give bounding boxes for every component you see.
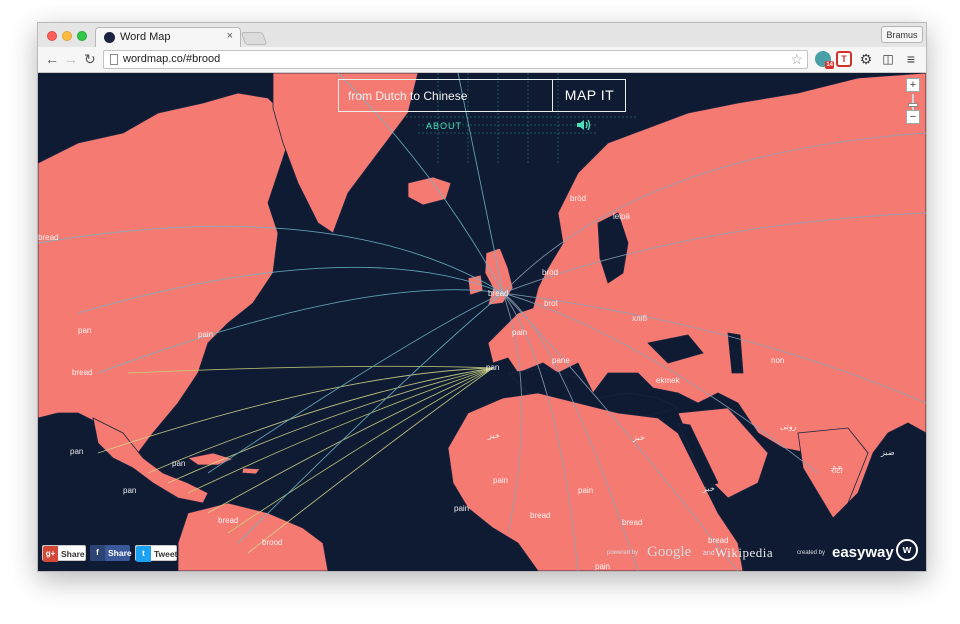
new-tab-button[interactable] (240, 32, 268, 45)
browser-window: Word Map × Bramus ← → ↻ wordmap.co/#broo… (37, 22, 927, 572)
map-word-label: pan (486, 363, 499, 372)
google-plus-share-button[interactable]: g+ Share (42, 545, 86, 562)
menu-icon[interactable]: ≡ (903, 51, 919, 67)
powered-by-text: powered by (607, 550, 639, 556)
facebook-icon: f (90, 545, 105, 561)
share-label: Share (108, 548, 132, 558)
panels-icon[interactable]: ◫ (880, 51, 896, 67)
created-by-text: created by (797, 550, 826, 556)
map-word-label: pain (198, 330, 213, 339)
map-word-label: pan (78, 326, 91, 335)
address-bar[interactable]: wordmap.co/#brood ☆ (103, 50, 808, 69)
wordmap-favicon-icon (104, 32, 115, 43)
tab-close-icon[interactable]: × (227, 30, 233, 42)
extension-badge: 14 (825, 61, 834, 69)
map-it-button[interactable]: MAP IT (552, 80, 626, 111)
sound-icon[interactable] (576, 118, 592, 132)
zoom-control: + − (906, 78, 920, 126)
about-link[interactable]: ABOUT (426, 121, 462, 131)
map-word-label: non (771, 356, 784, 365)
zoom-window-button[interactable] (77, 31, 87, 41)
map-word-label: bread (72, 368, 92, 377)
map-word-label: pain (578, 486, 593, 495)
map-word-label: pane (552, 356, 570, 365)
google-plus-icon: g+ (43, 546, 58, 562)
map-word-label: bröd (570, 194, 586, 203)
map-word-label: pain (493, 476, 508, 485)
tweet-button[interactable]: t Tweet (135, 545, 178, 562)
world-map[interactable]: bread bread pain bread pan pan pan pan b… (38, 73, 926, 571)
map-word-label: pain (454, 504, 469, 513)
and-text: and (703, 550, 715, 557)
forward-arrow-icon[interactable]: → (64, 50, 78, 68)
url-text[interactable]: wordmap.co/#brood (123, 53, 220, 65)
reload-icon[interactable]: ↻ (84, 50, 96, 68)
easyway-w-icon[interactable]: w (896, 539, 918, 561)
word-map-page: bread bread pain bread pan pan pan pan b… (38, 73, 926, 571)
map-word-label: bröd (542, 268, 558, 277)
t-extension-icon[interactable]: T (836, 51, 852, 67)
search-form: MAP IT (338, 79, 626, 112)
wikipedia-logo[interactable]: Wikipedia (715, 545, 773, 561)
zoom-out-button[interactable]: − (906, 110, 920, 124)
map-word-label: brot (544, 299, 559, 308)
map-word-label: bread (488, 289, 508, 298)
back-arrow-icon[interactable]: ← (45, 50, 59, 68)
page-icon (110, 54, 118, 65)
map-word-label: ضبز (880, 448, 895, 457)
map-word-label: خبز (487, 431, 500, 440)
map-word-label: pain (595, 562, 610, 571)
ghost-extension-icon[interactable]: 14 (815, 51, 834, 69)
facebook-share-button[interactable]: f Share (90, 545, 132, 561)
map-word-label: خبز (632, 433, 645, 442)
bookmark-star-icon[interactable]: ☆ (790, 51, 803, 68)
zoom-slider[interactable] (906, 94, 920, 110)
map-word-label: bread (708, 536, 728, 545)
gear-icon[interactable]: ⚙ (858, 51, 874, 67)
tab-bar: Word Map × Bramus (38, 23, 926, 48)
google-logo[interactable]: Google (647, 544, 691, 561)
map-word-label: leipä (613, 212, 630, 221)
map-word-label: bread (530, 511, 550, 520)
map-word-label: pan (70, 447, 83, 456)
map-word-label: хліб (632, 314, 647, 323)
browser-toolbar: ← → ↻ wordmap.co/#brood ☆ 14 T ⚙ ◫ ≡ (38, 47, 926, 73)
profile-button[interactable]: Bramus (881, 26, 923, 43)
twitter-bird-icon: t (136, 546, 151, 562)
easyway-logo[interactable]: easyway (832, 544, 894, 561)
map-word-label: pan (172, 459, 185, 468)
map-word-label: bread (622, 518, 642, 527)
map-word-label: روتی (780, 422, 797, 431)
map-word-label: pain (512, 328, 527, 337)
map-word-label: रोटी (831, 465, 843, 475)
tab-title: Word Map (120, 31, 171, 43)
map-word-label: bread (218, 516, 238, 525)
map-word-label: brood (262, 538, 282, 547)
tweet-label: Tweet (154, 549, 178, 559)
map-word-label: bread (38, 233, 58, 242)
map-word-label: خبز (702, 484, 715, 493)
zoom-in-button[interactable]: + (906, 78, 920, 92)
share-label: Share (61, 549, 85, 559)
close-window-button[interactable] (47, 31, 57, 41)
map-word-label: pan (123, 486, 136, 495)
tab-word-map[interactable]: Word Map × (95, 27, 241, 48)
search-input[interactable] (339, 80, 552, 111)
map-word-label: ekmek (656, 376, 681, 385)
minimize-window-button[interactable] (62, 31, 72, 41)
zoom-slider-knob[interactable] (908, 103, 918, 107)
